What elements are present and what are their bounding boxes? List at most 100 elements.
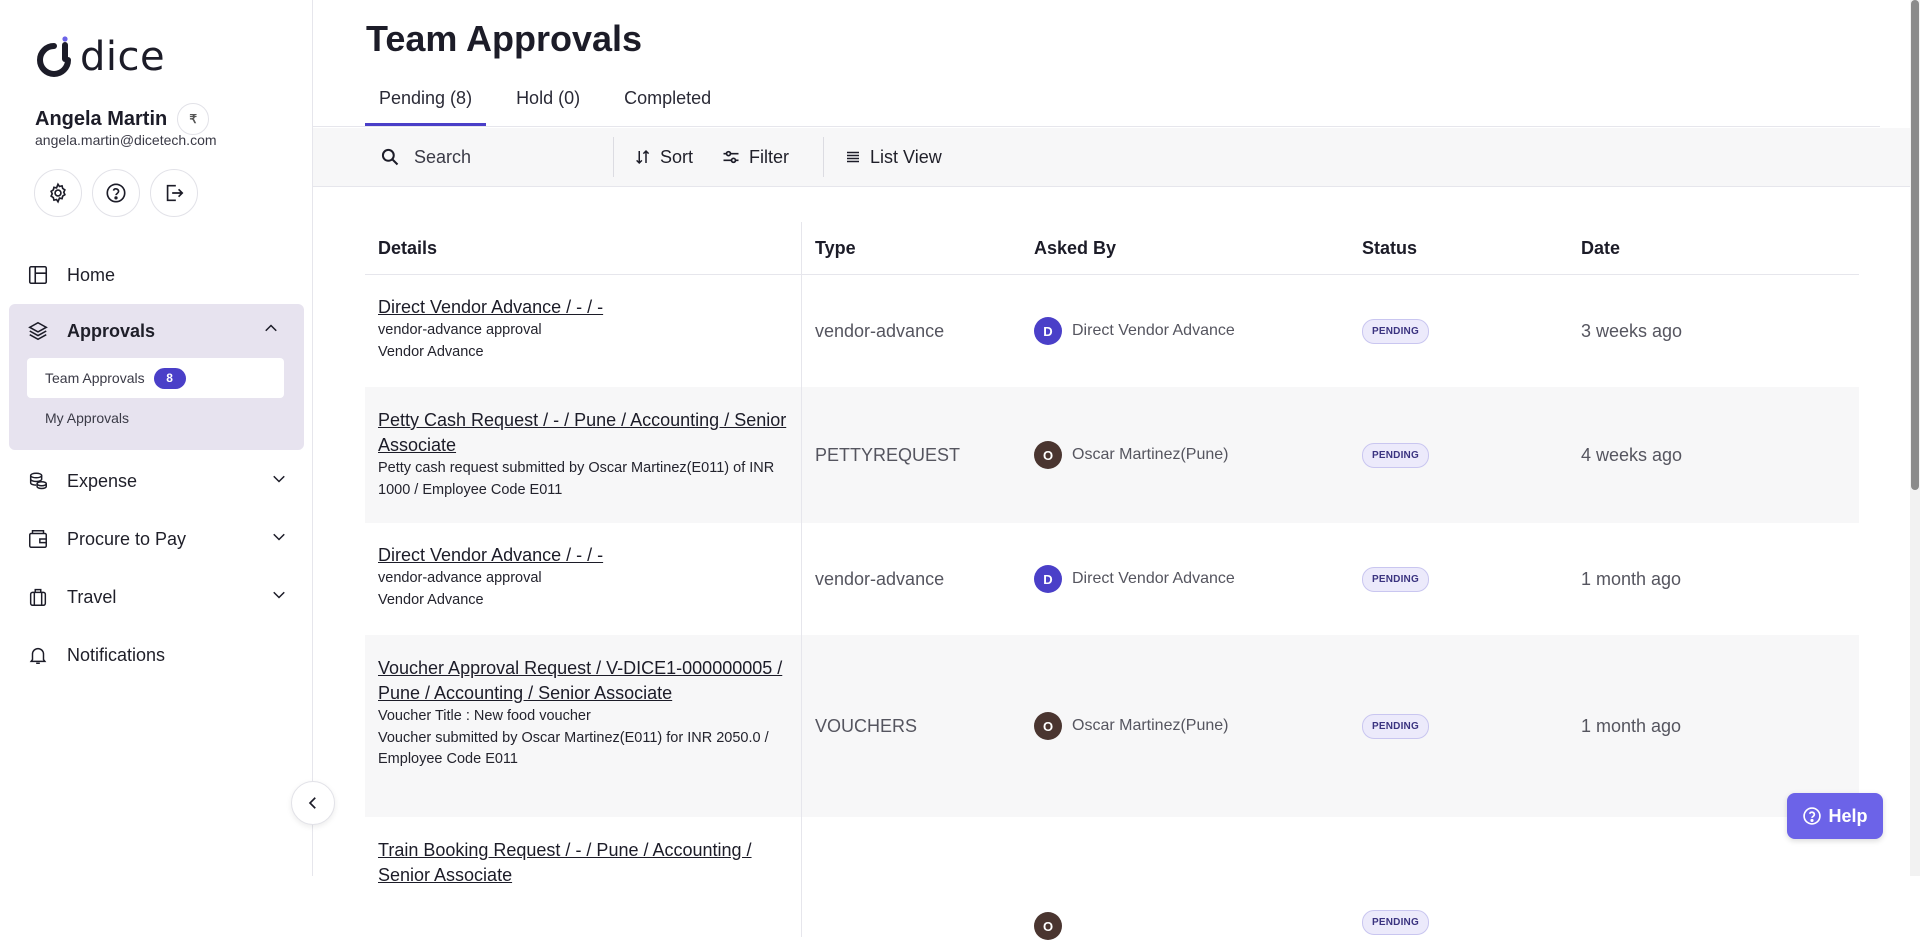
- filter-button[interactable]: Filter: [721, 147, 789, 168]
- help-circle-button[interactable]: [92, 169, 140, 217]
- chevron-down-icon[interactable]: [270, 586, 288, 609]
- table-header: Details Type Asked By Status Date: [365, 222, 1859, 275]
- home-grid-icon: [26, 263, 50, 287]
- count-badge: 8: [153, 367, 186, 389]
- request-detail-line: Petty cash request submitted by Oscar Ma…: [378, 460, 775, 498]
- sidebar-subitem-my-approvals[interactable]: My Approvals: [27, 398, 284, 438]
- status-cell: PENDING: [1349, 387, 1568, 523]
- sidebar-subitem-label: My Approvals: [45, 410, 130, 426]
- sidebar-item-travel[interactable]: Travel: [0, 568, 312, 626]
- table-row[interactable]: Train Booking Request / - / Pune / Accou…: [365, 817, 1859, 940]
- sidebar-item-expense[interactable]: Expense: [0, 452, 312, 510]
- date-cell: 1 month ago: [1581, 568, 1682, 589]
- sidebar-subitem-team-approvals[interactable]: Team Approvals 8: [27, 358, 284, 398]
- column-header-asked-by[interactable]: Asked By: [1021, 222, 1349, 274]
- column-header-details[interactable]: Details: [365, 222, 802, 274]
- request-detail-line: Voucher Title : New food voucher: [378, 708, 591, 724]
- search-icon: [381, 148, 399, 166]
- status-badge: PENDING: [1362, 566, 1429, 592]
- question-icon: [1803, 807, 1822, 825]
- tab-completed[interactable]: Completed: [610, 80, 725, 126]
- sidebar-item-label: Home: [67, 264, 116, 285]
- type-cell: [802, 817, 1021, 937]
- filter-label: Filter: [749, 146, 790, 167]
- asked-by-cell: O: [1021, 817, 1349, 940]
- search-input[interactable]: Search: [380, 137, 614, 177]
- status-cell: PENDING: [1349, 275, 1568, 387]
- status-cell: PENDING: [1349, 817, 1568, 937]
- currency-button[interactable]: ₹: [177, 103, 210, 135]
- request-title-link[interactable]: Petty Cash Request / - / Pune / Accounti…: [378, 408, 788, 458]
- status-cell: PENDING: [1349, 635, 1568, 817]
- table-row[interactable]: Direct Vendor Advance / - / - vendor-adv…: [365, 275, 1859, 387]
- column-header-date[interactable]: Date: [1568, 222, 1859, 274]
- request-detail-line: Voucher submitted by Oscar Martinez(E011…: [378, 729, 769, 768]
- chevron-down-icon[interactable]: [270, 470, 288, 493]
- logout-button[interactable]: [150, 169, 198, 217]
- bell-icon: [26, 643, 50, 667]
- column-header-type[interactable]: Type: [802, 222, 1021, 274]
- status-cell: PENDING: [1349, 523, 1568, 635]
- sidebar-item-approvals[interactable]: Approvals: [9, 304, 304, 358]
- help-button[interactable]: Help: [1787, 793, 1883, 839]
- search-placeholder: Search: [414, 146, 472, 167]
- avatar: O: [1034, 441, 1062, 469]
- request-detail-line: vendor-advance approval: [378, 322, 542, 338]
- avatar: D: [1034, 317, 1062, 345]
- table-row[interactable]: Direct Vendor Advance / - / - vendor-adv…: [365, 523, 1859, 635]
- user-name: Angela Martin: [35, 107, 168, 130]
- chevron-up-icon[interactable]: [262, 320, 280, 343]
- toolbar: Search Sort Filter List View: [313, 128, 1910, 187]
- tabs-divider: [313, 126, 1880, 127]
- asked-by-cell: O Oscar Martinez(Pune): [1021, 387, 1349, 523]
- request-title-link[interactable]: Train Booking Request / - / Pune / Accou…: [378, 838, 788, 888]
- sidebar-item-label: Travel: [67, 586, 117, 607]
- type-cell: vendor-advance: [815, 568, 945, 589]
- status-badge: PENDING: [1362, 318, 1429, 344]
- request-title-link[interactable]: Direct Vendor Advance / - / -: [378, 543, 788, 568]
- request-title-link[interactable]: Direct Vendor Advance / - / -: [378, 295, 788, 320]
- asked-by-cell: D Direct Vendor Advance: [1021, 523, 1349, 635]
- user-email: angela.martin@dicetech.com: [35, 132, 217, 148]
- list-view-button[interactable]: List View: [844, 147, 942, 168]
- table-row[interactable]: Voucher Approval Request / V-DICE1-00000…: [365, 635, 1859, 817]
- brand-logo[interactable]: dice: [34, 34, 165, 80]
- details-cell: Petty Cash Request / - / Pune / Accounti…: [365, 387, 802, 523]
- user-info: Angela Martin ₹: [35, 103, 210, 135]
- sidebar-nav: Home Approvals Team Approvals 8 My Appro…: [0, 246, 312, 684]
- logout-icon: [166, 184, 184, 202]
- sort-button[interactable]: Sort: [634, 147, 693, 168]
- details-cell: Train Booking Request / - / Pune / Accou…: [365, 817, 802, 937]
- request-detail-line: Vendor Advance: [378, 343, 484, 360]
- table-row[interactable]: Petty Cash Request / - / Pune / Accounti…: [365, 387, 1859, 523]
- sidebar-item-home[interactable]: Home: [0, 246, 312, 304]
- tab-hold[interactable]: Hold (0): [502, 80, 594, 126]
- settings-button[interactable]: [34, 169, 82, 217]
- sidebar: dice Angela Martin ₹ angela.martin@dicet…: [0, 0, 313, 876]
- brand-name: dice: [80, 34, 166, 80]
- scrollbar-thumb[interactable]: [1911, 0, 1919, 490]
- toolbar-divider: [823, 137, 825, 177]
- status-badge: PENDING: [1362, 910, 1429, 935]
- chevron-left-icon: [308, 797, 316, 809]
- status-badge: PENDING: [1362, 713, 1429, 739]
- avatar: O: [1034, 712, 1062, 740]
- request-title-link[interactable]: Voucher Approval Request / V-DICE1-00000…: [378, 656, 788, 706]
- question-icon: [106, 183, 126, 203]
- page-scrollbar[interactable]: [1910, 0, 1920, 876]
- request-detail-line: Vendor Advance: [378, 591, 484, 608]
- sidebar-item-notifications[interactable]: Notifications: [0, 626, 312, 684]
- request-detail-line: vendor-advance approval: [378, 570, 542, 586]
- asked-by-name: Direct Vendor Advance: [1072, 570, 1235, 587]
- main-content: Team Approvals Pending (8) Hold (0) Comp…: [313, 0, 1910, 940]
- collapse-sidebar-button[interactable]: [291, 781, 335, 825]
- wallet-icon: [26, 527, 50, 551]
- tab-pending[interactable]: Pending (8): [365, 80, 487, 126]
- column-header-status[interactable]: Status: [1349, 222, 1568, 274]
- details-cell: Voucher Approval Request / V-DICE1-00000…: [365, 635, 802, 817]
- approvals-table: Details Type Asked By Status Date Direct…: [365, 222, 1859, 940]
- chevron-down-icon[interactable]: [270, 528, 288, 551]
- avatar: D: [1034, 565, 1062, 593]
- asked-by-name: Oscar Martinez(Pune): [1072, 446, 1229, 463]
- sidebar-item-procure-to-pay[interactable]: Procure to Pay: [0, 510, 312, 568]
